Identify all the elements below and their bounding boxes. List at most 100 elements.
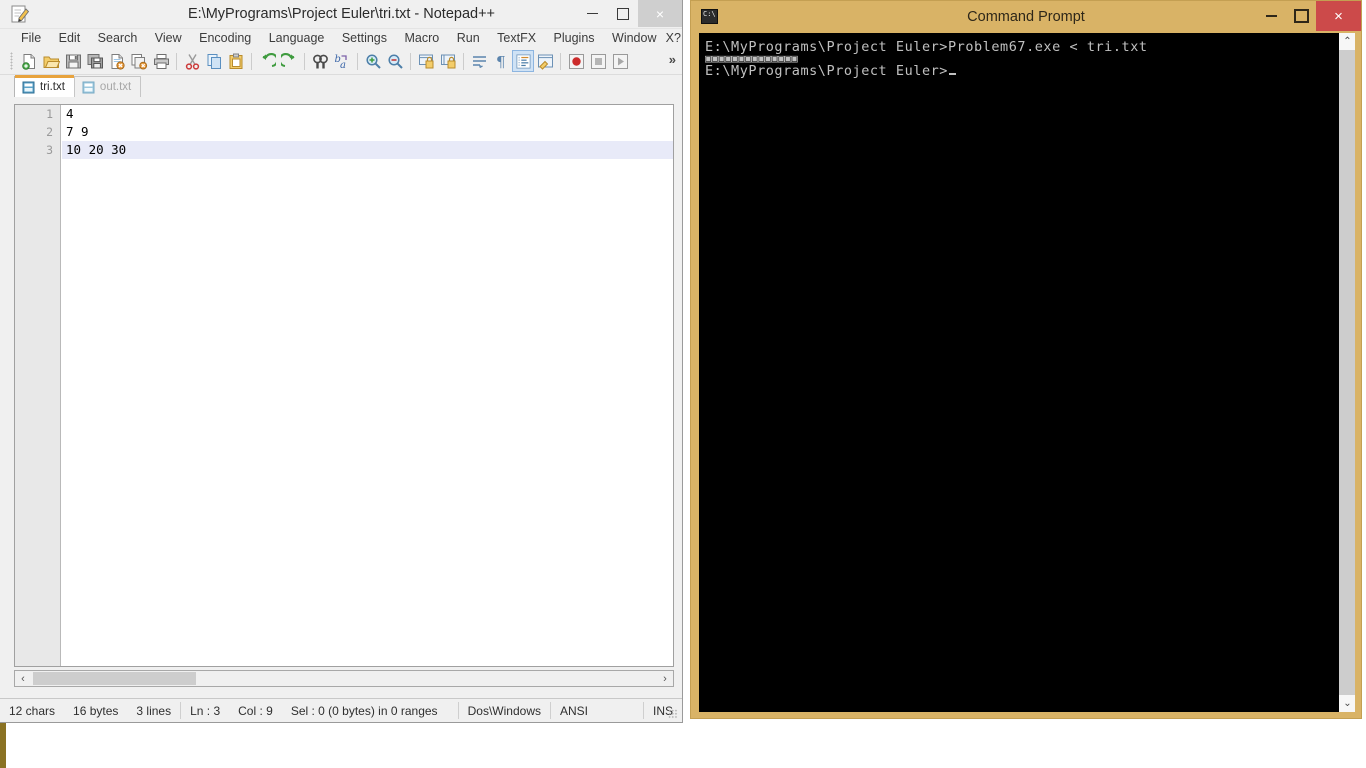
code-content[interactable]: 4 7 9 10 20 30 xyxy=(62,105,673,666)
toolbar-separator xyxy=(304,52,305,70)
sync-vertical-scroll-icon[interactable] xyxy=(415,50,437,72)
menu-item-textfx[interactable]: TextFX xyxy=(490,29,543,48)
console-prompt-line: E:\MyPrograms\Project Euler> xyxy=(705,64,1338,78)
notepadpp-titlebar[interactable]: E:\MyPrograms\Project Euler\tri.txt - No… xyxy=(0,0,682,29)
line-number: 2 xyxy=(46,125,53,139)
console-caret xyxy=(948,73,956,75)
zoom-out-icon[interactable] xyxy=(384,50,406,72)
scroll-left-icon[interactable]: ‹ xyxy=(15,671,31,686)
text-editor-area[interactable]: 1 2 3 4 7 9 10 20 30 xyxy=(14,104,674,667)
open-file-icon[interactable] xyxy=(40,50,62,72)
minimize-icon[interactable] xyxy=(1256,1,1286,31)
notepadpp-window-controls[interactable]: × xyxy=(577,0,682,27)
new-file-icon[interactable] xyxy=(18,50,40,72)
status-chars: 12 chars xyxy=(9,703,56,718)
sync-horizontal-scroll-icon[interactable] xyxy=(437,50,459,72)
scroll-right-icon[interactable]: › xyxy=(657,671,673,686)
copy-icon[interactable] xyxy=(203,50,225,72)
command-prompt-client[interactable]: E:\MyPrograms\Project Euler>Problem67.ex… xyxy=(699,33,1355,712)
saved-document-icon xyxy=(82,81,95,94)
svg-text:a: a xyxy=(340,60,346,70)
undo-icon[interactable] xyxy=(256,50,278,72)
menu-item-settings[interactable]: Settings xyxy=(335,29,394,48)
print-icon[interactable] xyxy=(150,50,172,72)
command-prompt-window[interactable]: C:\ Command Prompt × E:\MyPrograms\Proje… xyxy=(690,0,1362,719)
menu-item-run[interactable]: Run xyxy=(450,29,487,48)
hscroll-thumb[interactable] xyxy=(33,672,196,685)
status-line-number: Ln : 3 xyxy=(190,703,221,718)
notepadpp-menubar[interactable]: File Edit Search View Encoding Language … xyxy=(0,29,682,48)
scroll-down-icon[interactable]: ⌄ xyxy=(1339,695,1355,712)
status-column-number: Col : 9 xyxy=(238,703,273,718)
hscroll-track[interactable] xyxy=(31,671,657,686)
redo-icon[interactable] xyxy=(278,50,300,72)
save-all-icon[interactable] xyxy=(84,50,106,72)
code-line-current[interactable]: 10 20 30 xyxy=(62,141,673,159)
toolbar-grip[interactable] xyxy=(10,52,13,70)
playback-macro-icon[interactable] xyxy=(609,50,631,72)
notepadpp-window[interactable]: E:\MyPrograms\Project Euler\tri.txt - No… xyxy=(0,0,683,723)
console-line: E:\MyPrograms\Project Euler>Problem67.ex… xyxy=(705,39,1148,55)
vscroll-track[interactable] xyxy=(1339,50,1355,695)
code-line[interactable]: 4 xyxy=(62,105,673,123)
desktop-left-edge-strip xyxy=(0,722,6,768)
toolbar-separator xyxy=(410,52,411,70)
record-macro-icon[interactable] xyxy=(565,50,587,72)
close-icon[interactable]: × xyxy=(1316,1,1361,31)
close-document-x-button[interactable]: X xyxy=(666,29,674,48)
resize-grip[interactable] xyxy=(668,709,678,719)
minimize-icon[interactable] xyxy=(577,0,608,27)
scroll-up-icon[interactable]: ⌃ xyxy=(1339,33,1355,50)
paste-icon[interactable] xyxy=(225,50,247,72)
command-prompt-window-controls[interactable]: × xyxy=(1256,1,1361,31)
toolbar-separator xyxy=(357,52,358,70)
menu-item-macro[interactable]: Macro xyxy=(398,29,447,48)
stop-recording-macro-icon[interactable] xyxy=(587,50,609,72)
status-selection: Sel : 0 (0 bytes) in 0 ranges xyxy=(290,703,438,718)
maximize-icon[interactable] xyxy=(608,0,638,27)
status-lines: 3 lines xyxy=(136,703,172,718)
menu-item-plugins[interactable]: Plugins xyxy=(547,29,602,48)
console-output[interactable]: E:\MyPrograms\Project Euler>Problem67.ex… xyxy=(699,33,1338,712)
menu-item-edit[interactable]: Edit xyxy=(52,29,88,48)
menu-item-encoding[interactable]: Encoding xyxy=(192,29,258,48)
close-all-files-icon[interactable] xyxy=(128,50,150,72)
toolbar-separator xyxy=(463,52,464,70)
toolbar-separator xyxy=(251,52,252,70)
desktop: E:\MyPrograms\Project Euler\tri.txt - No… xyxy=(0,0,1366,768)
tab-out-txt[interactable]: out.txt xyxy=(73,76,142,97)
word-wrap-icon[interactable] xyxy=(468,50,490,72)
close-file-icon[interactable] xyxy=(106,50,128,72)
code-line[interactable]: 7 9 xyxy=(62,123,673,141)
indent-guide-icon[interactable] xyxy=(512,50,534,72)
cut-icon[interactable] xyxy=(181,50,203,72)
menu-item-window[interactable]: Window xyxy=(605,29,663,48)
saved-document-icon xyxy=(22,81,35,94)
command-prompt-titlebar[interactable]: C:\ Command Prompt × xyxy=(691,1,1361,33)
menu-item-search[interactable]: Search xyxy=(91,29,145,48)
menu-item-file[interactable]: File xyxy=(14,29,48,48)
maximize-icon[interactable] xyxy=(1286,1,1316,31)
status-bytes: 16 bytes xyxy=(73,703,119,718)
user-defined-dialog-icon[interactable] xyxy=(534,50,556,72)
close-icon[interactable]: × xyxy=(638,0,682,27)
zoom-in-icon[interactable] xyxy=(362,50,384,72)
save-icon[interactable] xyxy=(62,50,84,72)
find-icon[interactable] xyxy=(309,50,331,72)
status-eol-format: Dos\Windows xyxy=(467,703,541,718)
svg-text:¶: ¶ xyxy=(496,53,506,70)
console-vertical-scrollbar[interactable]: ⌃ ⌄ xyxy=(1338,33,1355,712)
replace-icon[interactable]: b a xyxy=(331,50,353,72)
status-encoding: ANSI xyxy=(559,703,588,718)
notepadpp-tabbar[interactable]: tri.txt out.txt xyxy=(0,75,682,97)
notepadpp-statusbar: 12 chars 16 bytes 3 lines Ln : 3 Col : 9… xyxy=(0,698,682,722)
tab-tri-txt[interactable]: tri.txt xyxy=(14,75,75,97)
line-number: 3 xyxy=(46,143,53,157)
editor-horizontal-scrollbar[interactable]: ‹ › xyxy=(14,670,674,687)
toolbar-overflow-button[interactable]: » xyxy=(669,52,676,67)
menu-item-language[interactable]: Language xyxy=(262,29,332,48)
notepadpp-toolbar[interactable]: b a ¶ » xyxy=(0,48,682,75)
show-all-characters-icon[interactable]: ¶ xyxy=(490,50,512,72)
line-number: 1 xyxy=(46,107,53,121)
menu-item-view[interactable]: View xyxy=(148,29,189,48)
